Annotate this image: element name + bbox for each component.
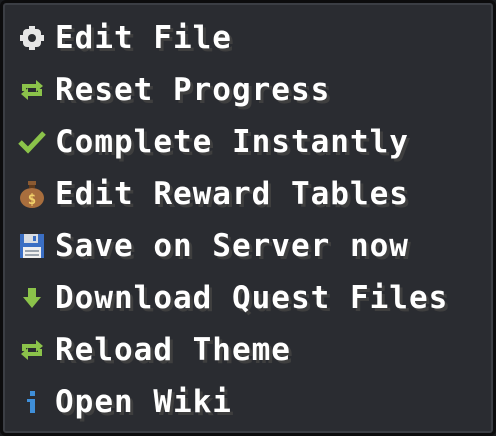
menu-item-label: Open Wiki xyxy=(55,383,232,420)
menu-item-reload-theme[interactable]: Reload Theme xyxy=(17,327,485,373)
reload-arrows-icon xyxy=(17,335,47,365)
menu-item-edit-file[interactable]: Edit File xyxy=(17,15,485,61)
menu-item-label: Reset Progress xyxy=(55,71,331,108)
menu-item-complete-instantly[interactable]: Complete Instantly xyxy=(17,119,485,165)
svg-text:$: $ xyxy=(28,192,36,208)
gear-icon xyxy=(17,23,47,53)
download-arrow-icon xyxy=(17,283,47,313)
menu-item-open-wiki[interactable]: Open Wiki xyxy=(17,379,485,425)
menu-item-save-on-server[interactable]: Save on Server now xyxy=(17,223,485,269)
floppy-disk-icon xyxy=(17,231,47,261)
menu-item-label: Save on Server now xyxy=(55,227,409,264)
menu-item-label: Complete Instantly xyxy=(55,123,409,160)
menu-item-label: Edit File xyxy=(55,19,232,56)
menu-item-label: Download Quest Files xyxy=(55,279,449,316)
menu-item-reset-progress[interactable]: Reset Progress xyxy=(17,67,485,113)
menu-item-label: Reload Theme xyxy=(55,331,291,368)
info-icon xyxy=(17,387,47,417)
context-menu: Edit File Reset Progress Complete Instan… xyxy=(0,0,496,436)
menu-item-label: Edit Reward Tables xyxy=(55,175,409,212)
money-bag-icon: $ xyxy=(17,179,47,209)
checkmark-icon xyxy=(17,127,47,157)
menu-item-download-quest-files[interactable]: Download Quest Files xyxy=(17,275,485,321)
menu-item-edit-reward-tables[interactable]: $ Edit Reward Tables xyxy=(17,171,485,217)
reset-arrows-icon xyxy=(17,75,47,105)
